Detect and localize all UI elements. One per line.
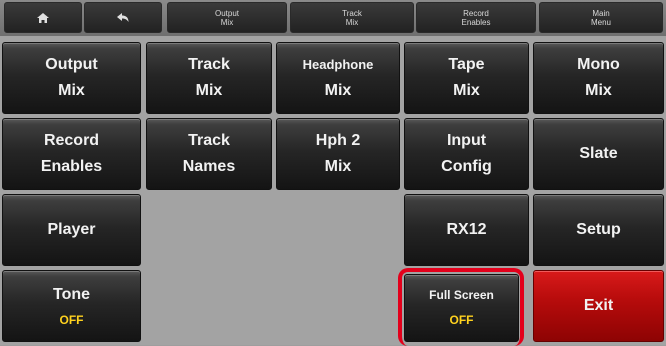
tone-value: OFF bbox=[59, 313, 84, 327]
tone-label: Tone bbox=[52, 286, 91, 303]
record-enables-button[interactable]: Record Enables bbox=[2, 118, 141, 190]
tab-main-menu[interactable]: Main Menu bbox=[539, 2, 663, 33]
hph2-mix-button[interactable]: Hph 2 Mix bbox=[276, 118, 400, 190]
hph2-mix-line1: Hph 2 bbox=[315, 132, 361, 149]
tab-output-mix[interactable]: Output Mix bbox=[167, 2, 287, 33]
tab-track-mix[interactable]: Track Mix bbox=[290, 2, 414, 33]
tape-mix-line1: Tape bbox=[448, 56, 485, 73]
tape-mix-button[interactable]: Tape Mix bbox=[404, 42, 529, 114]
output-mix-button[interactable]: Output Mix bbox=[2, 42, 141, 114]
input-config-line2: Config bbox=[441, 158, 492, 175]
headphone-mix-line1: Headphone bbox=[302, 57, 374, 72]
record-enables-line2: Enables bbox=[40, 158, 103, 175]
output-mix-line2: Mix bbox=[58, 82, 85, 99]
setup-label: Setup bbox=[576, 221, 621, 238]
output-mix-line1: Output bbox=[45, 56, 98, 73]
home-icon bbox=[37, 12, 49, 23]
headphone-mix-line2: Mix bbox=[324, 82, 352, 99]
full-screen-label: Full Screen bbox=[429, 288, 494, 302]
home-button[interactable] bbox=[4, 2, 82, 33]
track-names-line1: Track bbox=[188, 132, 230, 149]
track-names-line2: Names bbox=[182, 158, 236, 175]
exit-button[interactable]: Exit bbox=[533, 270, 664, 342]
record-enables-line1: Record bbox=[43, 132, 100, 149]
rx12-button[interactable]: RX12 bbox=[404, 194, 529, 266]
tab-track-mix-line2: Mix bbox=[345, 17, 359, 27]
mono-mix-button[interactable]: Mono Mix bbox=[533, 42, 664, 114]
mono-mix-line1: Mono bbox=[577, 56, 620, 73]
headphone-mix-button[interactable]: Headphone Mix bbox=[276, 42, 400, 114]
track-names-button[interactable]: Track Names bbox=[146, 118, 272, 190]
tab-main-menu-line1: Main bbox=[592, 8, 610, 18]
tab-main-menu-line2: Menu bbox=[590, 17, 611, 27]
exit-label: Exit bbox=[583, 297, 614, 314]
tab-track-mix-line1: Track bbox=[342, 8, 362, 18]
track-mix-button[interactable]: Track Mix bbox=[146, 42, 272, 114]
setup-button[interactable]: Setup bbox=[533, 194, 664, 266]
tone-button[interactable]: Tone OFF bbox=[2, 270, 141, 342]
player-button[interactable]: Player bbox=[2, 194, 141, 266]
tab-record-enables[interactable]: Record Enables bbox=[416, 2, 536, 33]
tab-output-mix-line2: Mix bbox=[220, 17, 234, 27]
input-config-line1: Input bbox=[446, 132, 487, 149]
app-screen: Output Mix Track Mix Record Enables Main… bbox=[0, 0, 666, 346]
rx12-label: RX12 bbox=[446, 221, 487, 238]
tape-mix-line2: Mix bbox=[453, 82, 480, 99]
full-screen-button[interactable]: Full Screen OFF bbox=[404, 274, 519, 342]
full-screen-value: OFF bbox=[449, 313, 474, 327]
tab-record-enables-line1: Record bbox=[463, 8, 489, 18]
mono-mix-line2: Mix bbox=[585, 82, 612, 99]
back-button[interactable] bbox=[84, 2, 162, 33]
input-config-button[interactable]: Input Config bbox=[404, 118, 529, 190]
hph2-mix-line2: Mix bbox=[324, 158, 352, 175]
tab-record-enables-line2: Enables bbox=[461, 17, 491, 27]
top-bar: Output Mix Track Mix Record Enables Main… bbox=[0, 0, 666, 36]
track-mix-line1: Track bbox=[188, 56, 230, 73]
tab-output-mix-line1: Output bbox=[214, 8, 239, 18]
player-label: Player bbox=[47, 221, 96, 238]
slate-button[interactable]: Slate bbox=[533, 118, 664, 190]
slate-label: Slate bbox=[579, 145, 618, 162]
track-mix-line2: Mix bbox=[195, 82, 223, 99]
back-arrow-icon bbox=[117, 12, 129, 22]
